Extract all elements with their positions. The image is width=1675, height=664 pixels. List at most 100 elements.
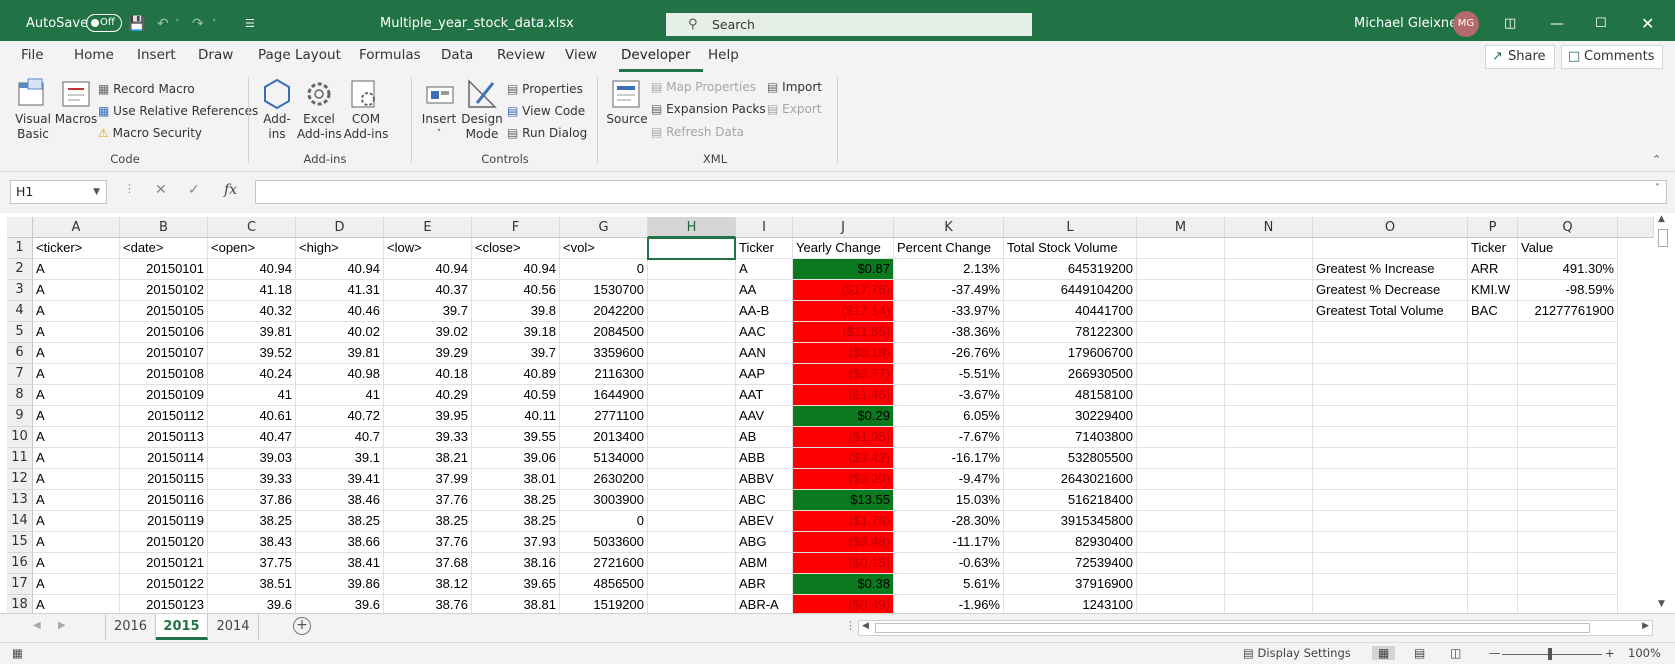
cell-i4[interactable]: AA-B — [736, 301, 793, 322]
cell-j2[interactable]: $0.87 — [793, 259, 894, 280]
cell-q4[interactable]: 21277761900 — [1518, 301, 1618, 322]
row-header-3[interactable]: 3 — [7, 280, 33, 301]
cell-o5[interactable] — [1313, 322, 1468, 343]
cell-f3[interactable]: 40.56 — [472, 280, 560, 301]
cell-k8[interactable]: -3.67% — [894, 385, 1004, 406]
column-header-b[interactable]: B — [120, 217, 208, 238]
tab-home[interactable]: Home — [74, 47, 114, 63]
com-add-ins-button[interactable]: COM Add-ins — [343, 112, 389, 142]
cell-d15[interactable]: 38.66 — [296, 532, 384, 553]
cell-f1[interactable]: <close> — [472, 238, 560, 259]
cell-n1[interactable] — [1225, 238, 1313, 259]
cell-m5[interactable] — [1137, 322, 1225, 343]
cell-o4[interactable]: Greatest Total Volume — [1313, 301, 1468, 322]
cell-h8[interactable] — [648, 385, 736, 406]
tab-insert[interactable]: Insert — [137, 47, 176, 63]
cell-d2[interactable]: 40.94 — [296, 259, 384, 280]
next-sheet-icon[interactable]: ▶ — [58, 620, 66, 631]
cell-o3[interactable]: Greatest % Decrease — [1313, 280, 1468, 301]
cell-j1[interactable]: Yearly Change — [793, 238, 894, 259]
column-header-q[interactable]: Q — [1518, 217, 1618, 238]
cell-q11[interactable] — [1518, 448, 1618, 469]
cell-g14[interactable]: 0 — [560, 511, 648, 532]
cell-m8[interactable] — [1137, 385, 1225, 406]
cell-a10[interactable]: A — [33, 427, 120, 448]
cell-f16[interactable]: 38.16 — [472, 553, 560, 574]
cell-b1[interactable]: <date> — [120, 238, 208, 259]
cell-f5[interactable]: 39.18 — [472, 322, 560, 343]
row-header-5[interactable]: 5 — [7, 322, 33, 343]
comments-button[interactable]: □ Comments — [1561, 45, 1664, 69]
macros-button[interactable]: Macros — [54, 112, 98, 127]
display-settings-button[interactable]: ▤ Display Settings — [1243, 646, 1351, 660]
cancel-icon[interactable]: ✕ — [155, 182, 167, 198]
cell-f15[interactable]: 37.93 — [472, 532, 560, 553]
cell-f9[interactable]: 40.11 — [472, 406, 560, 427]
cell-q1[interactable]: Value — [1518, 238, 1618, 259]
cell-g16[interactable]: 2721600 — [560, 553, 648, 574]
tab-split-handle-icon[interactable]: ⋮ — [845, 619, 856, 632]
cell-k2[interactable]: 2.13% — [894, 259, 1004, 280]
cell-c1[interactable]: <open> — [208, 238, 296, 259]
cell-a1[interactable]: <ticker> — [33, 238, 120, 259]
cell-l8[interactable]: 48158100 — [1004, 385, 1137, 406]
cell-e14[interactable]: 38.25 — [384, 511, 472, 532]
cell-q9[interactable] — [1518, 406, 1618, 427]
cell-d13[interactable]: 38.46 — [296, 490, 384, 511]
cell-f13[interactable]: 38.25 — [472, 490, 560, 511]
cell-d4[interactable]: 40.46 — [296, 301, 384, 322]
cell-c17[interactable]: 38.51 — [208, 574, 296, 595]
cell-b2[interactable]: 20150101 — [120, 259, 208, 280]
cell-l1[interactable]: Total Stock Volume — [1004, 238, 1137, 259]
cell-m3[interactable] — [1137, 280, 1225, 301]
cell-f8[interactable]: 40.59 — [472, 385, 560, 406]
cell-n10[interactable] — [1225, 427, 1313, 448]
cell-i14[interactable]: ABEV — [736, 511, 793, 532]
name-box[interactable]: H1 ▼ — [10, 180, 107, 204]
cell-g4[interactable]: 2042200 — [560, 301, 648, 322]
macro-security-button[interactable]: ⚠ Macro Security — [98, 125, 202, 141]
cell-d6[interactable]: 39.81 — [296, 343, 384, 364]
horizontal-scroll-thumb[interactable] — [875, 623, 1590, 633]
add-ins-button[interactable]: Add- ins — [259, 112, 295, 142]
cell-h9[interactable] — [648, 406, 736, 427]
cell-j12[interactable]: ($6.20) — [793, 469, 894, 490]
cell-p1[interactable]: Ticker — [1468, 238, 1518, 259]
scroll-left-icon[interactable]: ◀ — [862, 621, 869, 631]
cell-f11[interactable]: 39.06 — [472, 448, 560, 469]
cell-a11[interactable]: A — [33, 448, 120, 469]
row-header-17[interactable]: 17 — [7, 574, 33, 595]
tab-review[interactable]: Review — [497, 47, 545, 63]
column-header-d[interactable]: D — [296, 217, 384, 238]
cell-m6[interactable] — [1137, 343, 1225, 364]
source-button[interactable]: Source — [605, 112, 649, 127]
cell-l13[interactable]: 516218400 — [1004, 490, 1137, 511]
cell-p15[interactable] — [1468, 532, 1518, 553]
cell-h15[interactable] — [648, 532, 736, 553]
minimize-icon[interactable]: — — [1550, 14, 1564, 34]
cell-a2[interactable]: A — [33, 259, 120, 280]
cell-h2[interactable] — [648, 259, 736, 280]
cell-a5[interactable]: A — [33, 322, 120, 343]
column-header-e[interactable]: E — [384, 217, 472, 238]
cell-k12[interactable]: -9.47% — [894, 469, 1004, 490]
cell-m12[interactable] — [1137, 469, 1225, 490]
column-header-j[interactable]: J — [793, 217, 894, 238]
cell-i5[interactable]: AAC — [736, 322, 793, 343]
cell-g5[interactable]: 2084500 — [560, 322, 648, 343]
cell-j7[interactable]: ($8.77) — [793, 364, 894, 385]
import-button[interactable]: ▤ Import — [767, 79, 822, 95]
cell-l2[interactable]: 645319200 — [1004, 259, 1137, 280]
cell-c11[interactable]: 39.03 — [208, 448, 296, 469]
cell-j17[interactable]: $0.38 — [793, 574, 894, 595]
cell-o10[interactable] — [1313, 427, 1468, 448]
column-header-f[interactable]: F — [472, 217, 560, 238]
worksheet-grid[interactable]: ABCDEFGHIJKLMNOPQ 1 2 3 4 5 6 7 8 9 10 11 12 13 14 15 1… — [0, 213, 1675, 616]
cell-i1[interactable]: Ticker — [736, 238, 793, 259]
cell-e17[interactable]: 38.12 — [384, 574, 472, 595]
row-header-9[interactable]: 9 — [7, 406, 33, 427]
row-header-14[interactable]: 14 — [7, 511, 33, 532]
cell-c13[interactable]: 37.86 — [208, 490, 296, 511]
cell-a16[interactable]: A — [33, 553, 120, 574]
cell-l7[interactable]: 266930500 — [1004, 364, 1137, 385]
